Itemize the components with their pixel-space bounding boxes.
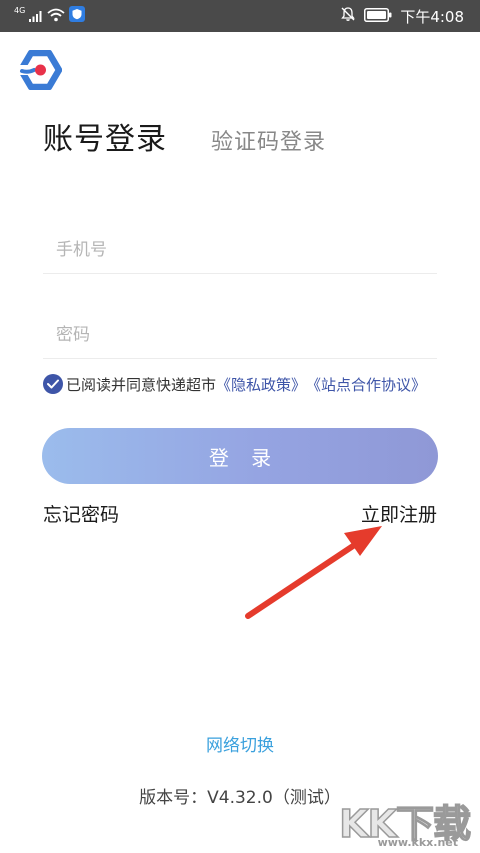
tab-sms-login[interactable]: 验证码登录	[211, 124, 326, 156]
annotation-arrow-icon	[236, 516, 396, 626]
login-button[interactable]: 登 录	[42, 428, 438, 484]
signal-icon	[29, 7, 43, 26]
battery-icon	[364, 7, 392, 26]
status-left-group: 4G	[14, 6, 86, 26]
password-input[interactable]	[43, 311, 437, 359]
agreement-checkbox[interactable]	[43, 374, 63, 394]
phone-input[interactable]	[43, 226, 437, 274]
status-right-group: 下午4:08	[340, 6, 464, 26]
checkmark-icon	[47, 379, 59, 389]
network-switch-link[interactable]: 网络切换	[0, 731, 480, 756]
wifi-icon	[47, 7, 65, 26]
shield-app-icon	[69, 6, 86, 26]
clock: 下午4:08	[400, 7, 464, 26]
watermark-logo: KK下载 www.kkx.net	[338, 793, 474, 851]
agreement-text: 已阅读并同意快递超市	[66, 375, 217, 394]
app-logo	[17, 49, 63, 91]
forgot-password-link[interactable]: 忘记密码	[43, 500, 119, 527]
watermark-url: www.kkx.net	[377, 836, 458, 849]
mute-bell-icon	[340, 6, 356, 26]
status-bar: 4G 下午4:08	[0, 0, 480, 32]
agreement-row: 已阅读并同意快递超市 《隐私政策》 《站点合作协议》	[43, 373, 426, 395]
cooperation-agreement-link[interactable]: 《站点合作协议》	[306, 374, 426, 395]
privacy-policy-link[interactable]: 《隐私政策》	[216, 374, 306, 395]
tab-account-login[interactable]: 账号登录	[43, 114, 167, 158]
network-type-label: 4G	[14, 6, 26, 15]
